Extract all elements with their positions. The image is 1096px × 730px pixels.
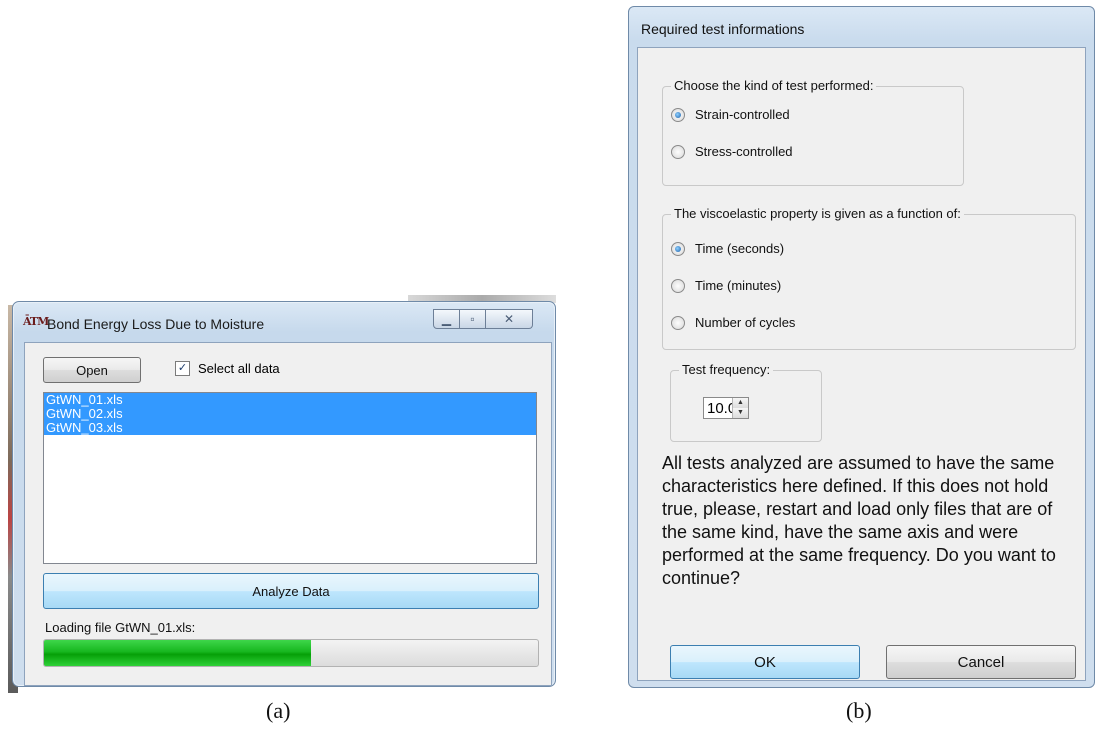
progress-bar xyxy=(43,639,539,667)
radio-number-of-cycles[interactable]: Number of cycles xyxy=(671,315,795,330)
test-frequency-group: Test frequency: 10.0 ▲ ▼ xyxy=(670,362,822,442)
radio-unselected-icon[interactable] xyxy=(671,278,685,293)
window-frame: ĀTM Bond Energy Loss Due to Moisture ▁ ▫… xyxy=(12,301,556,687)
radio-label: Stress-controlled xyxy=(695,144,793,159)
radio-time-minutes[interactable]: Time (minutes) xyxy=(671,278,781,293)
caption-b: (b) xyxy=(846,698,872,723)
property-function-group: The viscoelastic property is given as a … xyxy=(662,206,1076,350)
property-function-title: The viscoelastic property is given as a … xyxy=(671,206,964,221)
maximize-icon: ▫ xyxy=(470,312,475,326)
radio-selected-icon[interactable] xyxy=(671,107,685,122)
minimize-icon: ▁ xyxy=(441,312,452,326)
dialog-title: Required test informations xyxy=(641,21,805,37)
caption-a: (a) xyxy=(266,698,291,723)
radio-selected-icon[interactable] xyxy=(671,241,685,256)
select-all-label: Select all data xyxy=(198,361,280,376)
window-controls: ▁ ▫ ✕ xyxy=(433,309,545,329)
app-logo-icon: ĀTM xyxy=(23,315,49,328)
radio-label: Strain-controlled xyxy=(695,107,790,122)
radio-unselected-icon[interactable] xyxy=(671,144,685,159)
open-button[interactable]: Open xyxy=(43,357,141,383)
radio-time-seconds[interactable]: Time (seconds) xyxy=(671,241,784,256)
stepper-up-icon[interactable]: ▲ xyxy=(733,398,748,408)
loading-status: Loading file GtWN_01.xls: xyxy=(45,620,196,635)
close-icon: ✕ xyxy=(503,312,515,326)
dialog-client-area: Choose the kind of test performed: Strai… xyxy=(637,47,1086,681)
radio-stress-controlled[interactable]: Stress-controlled xyxy=(671,144,793,159)
radio-strain-controlled[interactable]: Strain-controlled xyxy=(671,107,790,122)
maximize-button[interactable]: ▫ xyxy=(460,309,486,329)
close-button[interactable]: ✕ xyxy=(486,309,533,329)
ok-button[interactable]: OK xyxy=(670,645,860,679)
window-title: Bond Energy Loss Due to Moisture xyxy=(47,316,265,332)
window-client-area: Open ✓ Select all data GtWN_01.xls GtWN_… xyxy=(24,342,552,686)
stepper-down-icon[interactable]: ▼ xyxy=(733,408,748,418)
radio-unselected-icon[interactable] xyxy=(671,315,685,330)
checkbox-check-icon[interactable]: ✓ xyxy=(175,361,190,376)
required-test-info-dialog: Required test informations Choose the ki… xyxy=(628,6,1095,688)
stepper-arrows: ▲ ▼ xyxy=(732,398,748,418)
radio-label: Time (seconds) xyxy=(695,241,785,256)
list-item[interactable]: GtWN_02.xls xyxy=(44,407,536,421)
frequency-stepper[interactable]: 10.0 ▲ ▼ xyxy=(703,397,749,419)
list-item[interactable]: GtWN_03.xls xyxy=(44,421,536,435)
minimize-button[interactable]: ▁ xyxy=(433,309,460,329)
test-kind-title: Choose the kind of test performed: xyxy=(671,78,877,93)
cancel-button[interactable]: Cancel xyxy=(886,645,1076,679)
notice-text: All tests analyzed are assumed to have t… xyxy=(662,453,1056,588)
bond-energy-window: ĀTM Bond Energy Loss Due to Moisture ▁ ▫… xyxy=(8,295,556,695)
test-kind-group: Choose the kind of test performed: Strai… xyxy=(662,78,964,186)
test-frequency-title: Test frequency: xyxy=(679,362,774,377)
select-all-checkbox[interactable]: ✓ Select all data xyxy=(175,361,280,376)
progress-fill xyxy=(44,640,311,666)
radio-label: Number of cycles xyxy=(695,315,796,330)
list-item[interactable]: GtWN_01.xls xyxy=(44,393,536,407)
radio-label: Time (minutes) xyxy=(695,278,782,293)
analyze-data-button[interactable]: Analyze Data xyxy=(43,573,539,609)
file-list[interactable]: GtWN_01.xls GtWN_02.xls GtWN_03.xls xyxy=(43,392,537,564)
